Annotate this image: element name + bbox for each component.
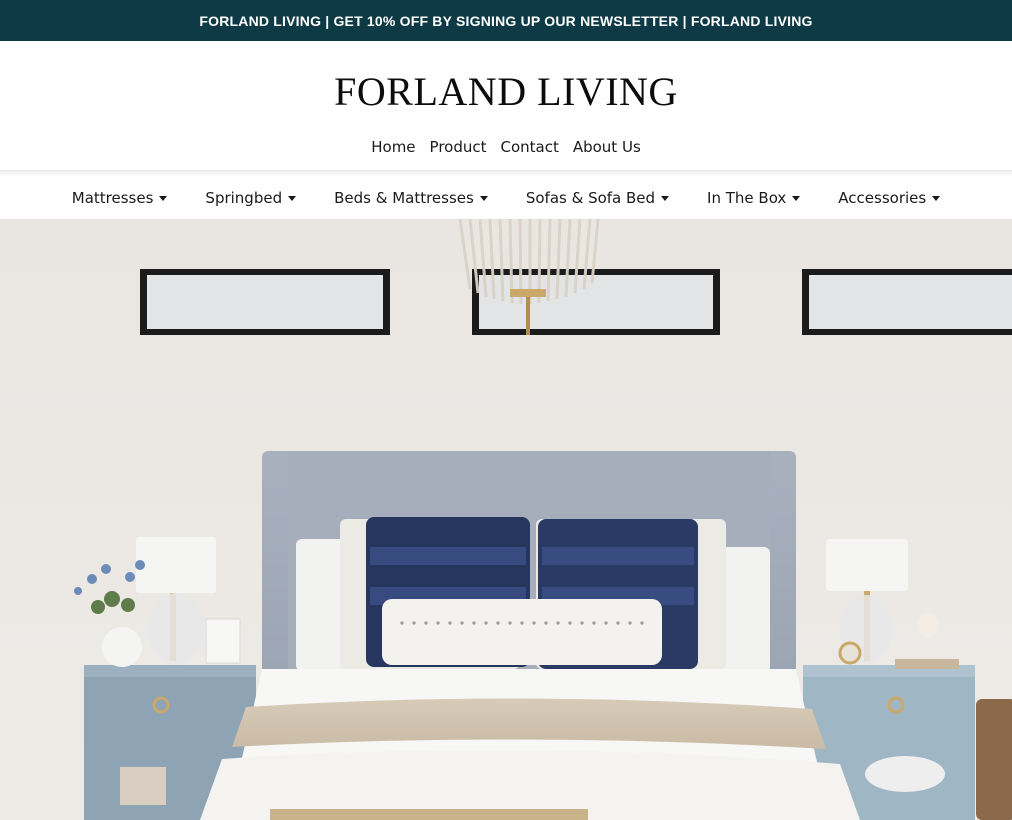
site-logo[interactable]: FORLAND LIVING [0,64,1012,120]
nav-link-product[interactable]: Product [430,138,487,164]
bedroom-hero-image [0,219,1012,820]
caret-down-icon [159,196,168,201]
caret-down-icon [288,196,297,201]
category-beds-mattresses[interactable]: Beds & Mattresses [334,189,488,207]
category-in-the-box[interactable]: In The Box [707,188,801,207]
nav-link-about-us[interactable]: About Us [573,138,641,164]
category-label: Sofas & Sofa Bed [525,188,656,207]
top-nav: Home Product Contact About Us [0,138,1012,164]
category-label: Beds & Mattresses [334,188,474,207]
category-nav: Mattresses Springbed Beds & Mattresses S… [0,176,1012,219]
caret-down-icon [479,196,488,201]
category-label: Mattresses [71,188,154,207]
category-sofas-sofa-bed[interactable]: Sofas & Sofa Bed [525,188,670,207]
category-label: In The Box [707,188,787,207]
announcement-text: FORLAND LIVING | GET 10% OFF BY SIGNING … [199,12,813,29]
caret-down-icon [792,196,801,201]
category-mattresses[interactable]: Mattresses [72,189,168,207]
category-springbed[interactable]: Springbed [205,188,297,207]
category-label: Accessories [838,188,927,207]
nav-link-contact[interactable]: Contact [500,138,558,164]
category-accessories[interactable]: Accessories [838,188,941,207]
caret-down-icon [661,196,670,201]
category-label: Springbed [205,188,283,207]
hero-banner [0,219,1012,820]
nav-link-home[interactable]: Home [371,138,415,164]
announcement-bar: FORLAND LIVING | GET 10% OFF BY SIGNING … [0,0,1012,41]
caret-down-icon [932,196,941,201]
